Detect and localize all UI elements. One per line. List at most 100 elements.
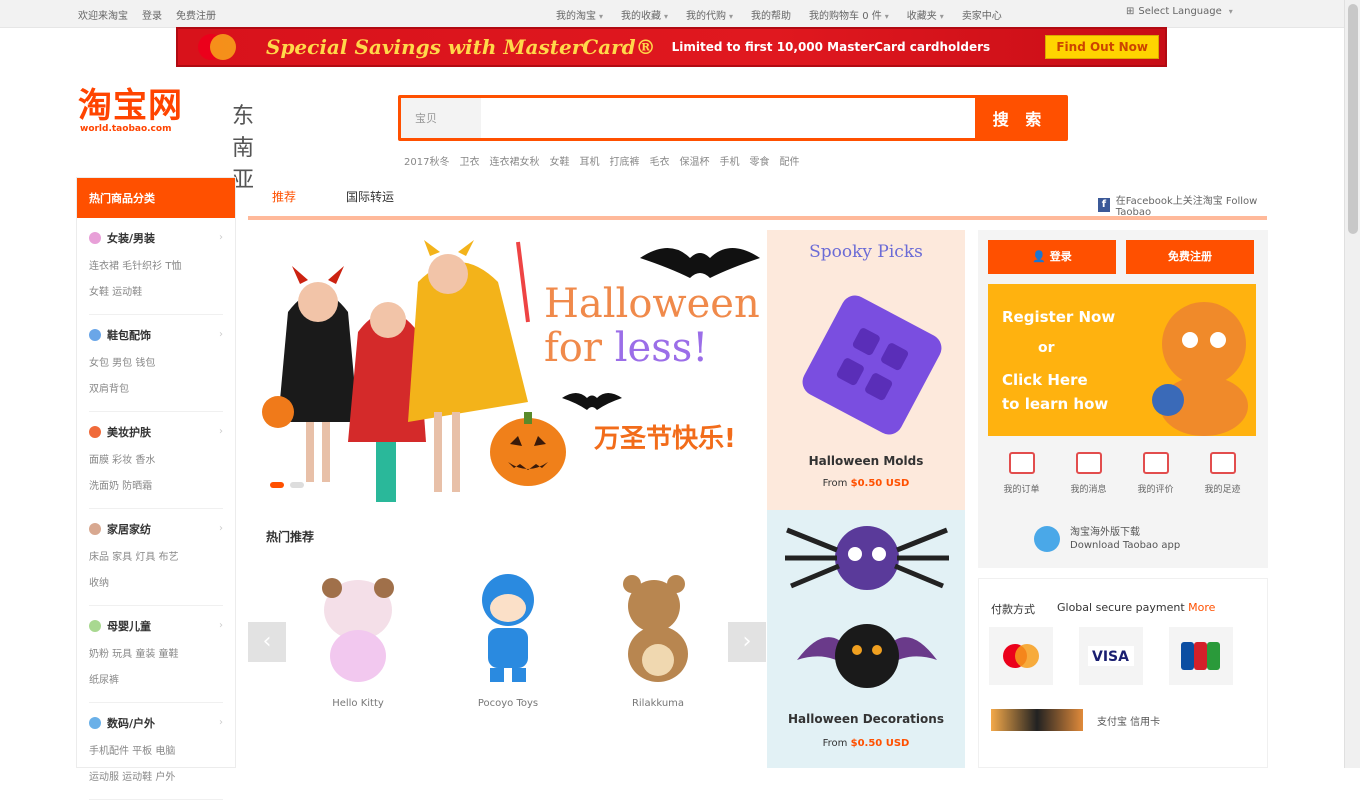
product-name: Pocoyo Toys — [477, 698, 539, 709]
category-sub-link[interactable]: 女鞋 运动鞋 — [89, 280, 223, 306]
payment-logos-icon — [991, 709, 1083, 731]
register-promo-card[interactable]: Register Now or Click Here to learn how — [988, 284, 1256, 436]
hotword-link[interactable]: 零食 — [749, 153, 769, 168]
promo-card-molds[interactable]: Spooky Picks Halloween Molds From $0.50 … — [767, 230, 965, 510]
page-scrollbar[interactable] — [1344, 0, 1360, 768]
app-icon — [1034, 526, 1060, 552]
tab-shipping[interactable]: 国际转运 — [346, 188, 394, 205]
register-link[interactable]: 免费注册 — [176, 7, 216, 22]
carousel-next-button[interactable]: › — [728, 622, 766, 662]
search-input[interactable] — [481, 98, 975, 138]
payment-cards: VISA — [989, 627, 1233, 685]
category-sub-link[interactable]: 双肩背包 — [89, 377, 223, 403]
promo-product-name: Halloween Molds — [808, 454, 924, 468]
category-sub-link[interactable]: 手机配件 平板 电脑 — [89, 739, 223, 765]
product-name: Hello Kitty — [332, 698, 384, 709]
chevron-right-icon: › — [219, 232, 223, 243]
promo-banner[interactable]: Special Savings with MasterCard® Limited… — [176, 27, 1167, 67]
register-button[interactable]: 免费注册 — [1126, 240, 1254, 274]
carousel-dot[interactable] — [290, 482, 304, 488]
hello-kitty-toy-image — [322, 578, 394, 682]
category-sub-link[interactable]: 连衣裙 毛针织衫 T恤 — [89, 254, 223, 280]
top-link-help[interactable]: 我的帮助 — [751, 7, 791, 22]
hotword-link[interactable]: 女鞋 — [549, 153, 569, 168]
hotword-link[interactable]: 手机 — [719, 153, 739, 168]
promo-card-decorations[interactable]: Halloween Decorations From $0.50 USD — [767, 510, 965, 768]
product-card[interactable]: Pocoyo Toys — [448, 570, 568, 709]
category-sub-link[interactable]: 收纳 — [89, 571, 223, 597]
hotword-link[interactable]: 耳机 — [579, 153, 599, 168]
language-select[interactable]: ⊞ Select Language ▾ — [1126, 6, 1233, 17]
category-sub-link[interactable]: 床品 家具 灯具 布艺 — [89, 545, 223, 571]
more-link[interactable]: More — [1188, 601, 1215, 614]
search-button[interactable]: 搜 索 — [975, 98, 1065, 138]
carousel-dot-active[interactable] — [270, 482, 284, 488]
product-card[interactable]: Hello Kitty — [298, 570, 418, 709]
category-item-home[interactable]: 家居家纺 › 床品 家具 灯具 布艺 收纳 — [89, 509, 223, 606]
digital-icon — [89, 717, 101, 729]
payment-header: 付款方式 Global secure payment More — [991, 601, 1216, 616]
facebook-follow-link[interactable]: f 在Facebook上关注淘宝 Follow Taobao — [1098, 192, 1267, 218]
quick-link-reviews[interactable]: 我的评价 — [1126, 452, 1186, 495]
top-right-links: 我的淘宝 ▾ 我的收藏 ▾ 我的代购 ▾ 我的帮助 我的购物车 0 件 ▾ 收藏夹 ▾ 卖… — [556, 7, 1002, 22]
hotword-link[interactable]: 保温杯 — [679, 153, 709, 168]
jcb-icon — [1169, 627, 1233, 685]
search-bar: 宝贝 搜 索 — [398, 95, 1068, 141]
product-card[interactable]: Rilakkuma — [598, 570, 718, 709]
hotword-link[interactable]: 2017秋冬 — [404, 153, 449, 168]
category-sub-link[interactable]: 女包 男包 钱包 — [89, 351, 223, 377]
top-link-seller[interactable]: 卖家中心 — [962, 7, 1002, 22]
globe-icon: ⊞ — [1126, 6, 1135, 17]
baby-icon — [89, 620, 101, 632]
message-icon — [1075, 452, 1102, 474]
chevron-right-icon: › — [219, 523, 223, 534]
login-link[interactable]: 登录 — [142, 7, 162, 22]
mastercard-logo-icon — [198, 34, 236, 60]
review-icon — [1142, 452, 1169, 474]
svg-text:VISA: VISA — [1092, 649, 1129, 665]
hotword-link[interactable]: 打底裤 — [609, 153, 639, 168]
category-sub-link[interactable]: 奶粉 玩具 童装 童鞋 — [89, 642, 223, 668]
tab-recommended[interactable]: 推荐 — [272, 188, 296, 205]
carousel-prev-button[interactable]: ‹ — [248, 622, 286, 662]
category-item-baby[interactable]: 母婴儿童 › 奶粉 玩具 童装 童鞋 纸尿裤 — [89, 606, 223, 703]
hotword-link[interactable]: 连衣裙女秋 — [489, 153, 539, 168]
category-item-beauty[interactable]: 美妆护肤 › 面膜 彩妆 香水 洗面奶 防晒霜 — [89, 412, 223, 509]
login-button[interactable]: 👤 登录 — [988, 240, 1116, 274]
quick-link-footprints[interactable]: 我的足迹 — [1193, 452, 1253, 495]
search-category-select[interactable]: 宝贝 — [401, 98, 481, 138]
quick-link-messages[interactable]: 我的消息 — [1059, 452, 1119, 495]
hotword-link[interactable]: 配件 — [779, 153, 799, 168]
chevron-right-icon: › — [219, 717, 223, 728]
beauty-icon — [89, 426, 101, 438]
category-item-bags[interactable]: 鞋包配饰 › 女包 男包 钱包 双肩背包 — [89, 315, 223, 412]
top-link-bookmarks[interactable]: 收藏夹 ▾ — [907, 7, 944, 22]
top-link-my-taobao[interactable]: 我的淘宝 ▾ — [556, 7, 603, 22]
quick-link-orders[interactable]: 我的订单 — [992, 452, 1052, 495]
category-item-digital[interactable]: 数码/户外 › 手机配件 平板 电脑 运动服 运动鞋 户外 — [89, 703, 223, 800]
banner-headline: Special Savings with MasterCard® — [266, 35, 656, 59]
scrollbar-thumb[interactable] — [1348, 4, 1358, 234]
hero-carousel[interactable]: Halloween for less! 万圣节快乐! — [248, 232, 764, 514]
category-sub-link[interactable]: 运动服 运动鞋 户外 — [89, 765, 223, 791]
category-sub-link[interactable]: 洗面奶 防晒霜 — [89, 474, 223, 500]
banner-cta-button[interactable]: Find Out Now — [1045, 35, 1159, 59]
account-panel: 👤 登录 免费注册 Register Now or Click Here to l… — [978, 230, 1268, 568]
welcome-link[interactable]: 欢迎来淘宝 — [78, 7, 128, 22]
banner-subtext: Limited to first 10,000 MasterCard cardh… — [671, 40, 991, 54]
register-promo-line: or — [1038, 340, 1055, 356]
hotword-link[interactable]: 卫衣 — [459, 153, 479, 168]
category-item-clothing[interactable]: 女装/男装 › 连衣裙 毛针织衫 T恤 女鞋 运动鞋 — [89, 218, 223, 315]
mastercard-icon — [989, 627, 1053, 685]
logo-url: world.taobao.com — [80, 124, 172, 134]
home-icon — [89, 523, 101, 535]
app-download-link[interactable]: 淘宝海外版下载 Download Taobao app — [1034, 526, 1180, 552]
hotword-link[interactable]: 毛衣 — [649, 153, 669, 168]
top-link-orders[interactable]: 我的代购 ▾ — [686, 7, 733, 22]
top-link-favorites[interactable]: 我的收藏 ▾ — [621, 7, 668, 22]
site-logo[interactable]: 淘宝网 world.taobao.com 东南亚 — [78, 88, 254, 193]
top-link-cart[interactable]: 我的购物车 0 件 ▾ — [809, 7, 889, 22]
category-sub-link[interactable]: 面膜 彩妆 香水 — [89, 448, 223, 474]
product-name: Rilakkuma — [631, 698, 685, 709]
category-sub-link[interactable]: 纸尿裤 — [89, 668, 223, 694]
